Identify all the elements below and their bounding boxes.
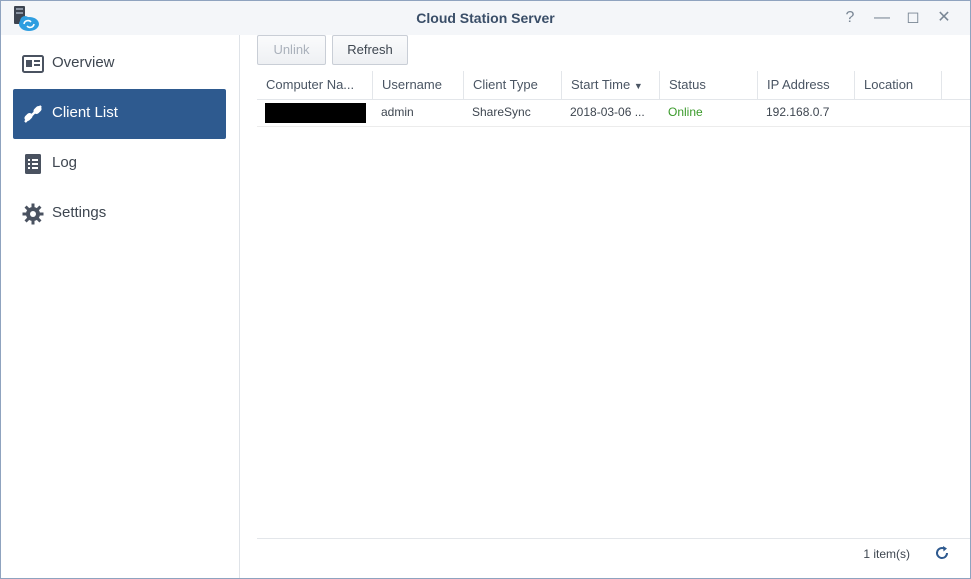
client-list-icon	[24, 105, 42, 123]
column-header-label: Start Time	[571, 77, 631, 92]
cell-location	[855, 99, 942, 126]
table-footer: 1 item(s)	[257, 538, 970, 567]
cell-status: Online	[668, 105, 703, 119]
sidebar-item-overview[interactable]: Overview	[13, 39, 226, 89]
sort-desc-icon: ▼	[633, 81, 643, 91]
sidebar-item-label: Settings	[52, 204, 107, 221]
column-header-ip-address[interactable]: IP Address	[758, 71, 855, 99]
column-header-computer-name[interactable]: Computer Na...	[257, 71, 373, 99]
sidebar: Overview Client List Log Settings	[1, 35, 240, 578]
table-row[interactable]: admin ShareSync 2018-03-06 ... Online 19…	[257, 99, 970, 127]
unlink-button[interactable]: Unlink	[257, 35, 326, 65]
cell-client-type: ShareSync	[472, 105, 531, 119]
sidebar-item-log[interactable]: Log	[13, 139, 226, 189]
gear-icon	[22, 203, 44, 225]
column-header-status[interactable]: Status	[660, 71, 758, 99]
sidebar-item-settings[interactable]: Settings	[13, 189, 226, 239]
table-header: Computer Na... Username Client Type Star…	[257, 71, 970, 100]
cell-ip-address: 192.168.0.7	[766, 105, 830, 119]
sidebar-item-client-list[interactable]: Client List	[13, 89, 226, 139]
sidebar-item-label: Overview	[52, 54, 115, 71]
app-window: Cloud Station Server ? — ◻ ✕ Overview Cl…	[0, 0, 971, 579]
column-header-location[interactable]: Location	[855, 71, 942, 99]
column-header-client-type[interactable]: Client Type	[464, 71, 562, 99]
item-count: 1 item(s)	[863, 547, 910, 561]
sidebar-item-label: Client List	[52, 104, 118, 121]
help-icon[interactable]: ?	[840, 8, 860, 28]
main-panel: Unlink Refresh Computer Na... Username C…	[240, 35, 970, 578]
cell-username: admin	[381, 105, 414, 119]
log-icon	[25, 154, 41, 174]
refresh-button[interactable]: Refresh	[332, 35, 408, 65]
column-header-username[interactable]: Username	[373, 71, 464, 99]
overview-icon	[22, 55, 44, 73]
cell-start-time: 2018-03-06 ...	[570, 105, 645, 119]
column-header-start-time[interactable]: Start Time ▼	[562, 71, 660, 99]
minimize-icon[interactable]: —	[872, 8, 892, 28]
cell-computer-name	[257, 99, 373, 126]
title-bar[interactable]: Cloud Station Server ? — ◻ ✕	[1, 1, 970, 35]
sidebar-item-label: Log	[52, 154, 78, 171]
redacted-block	[265, 103, 366, 123]
close-icon[interactable]: ✕	[934, 8, 954, 28]
maximize-icon[interactable]: ◻	[903, 8, 923, 28]
refresh-icon[interactable]	[934, 545, 950, 561]
window-title: Cloud Station Server	[416, 10, 555, 26]
